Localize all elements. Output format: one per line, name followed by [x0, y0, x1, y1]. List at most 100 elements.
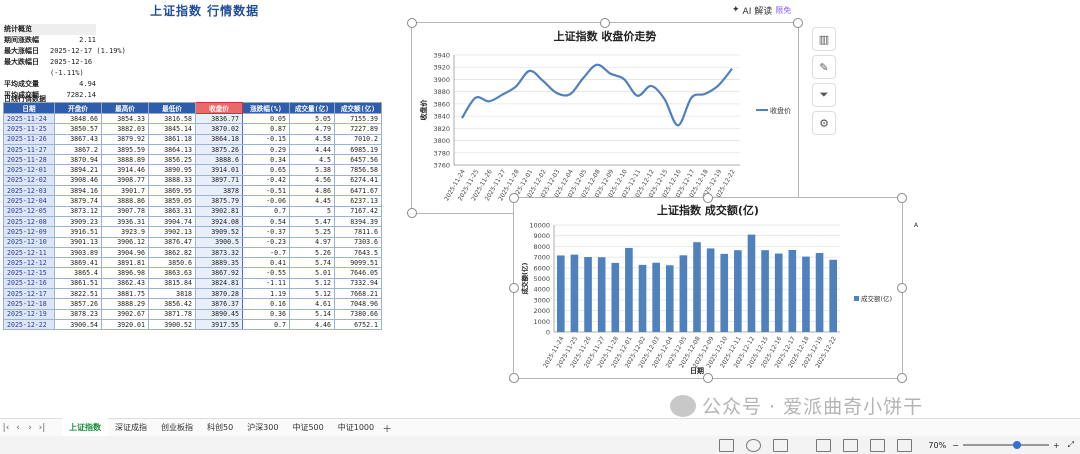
table-cell[interactable]: 3836.77: [195, 112, 243, 125]
table-cell[interactable]: 3888.29: [101, 298, 149, 310]
table-cell[interactable]: 0.7: [242, 205, 290, 217]
table-cell[interactable]: 3907.78: [101, 205, 149, 217]
freeze-pane-icon[interactable]: [719, 438, 735, 452]
table-cell[interactable]: 3901.7: [101, 185, 149, 197]
table-cell[interactable]: 2025-11-25: [3, 123, 55, 135]
table-cell[interactable]: 4.61: [289, 298, 335, 310]
last-sheet-icon[interactable]: ›|: [36, 423, 48, 433]
table-cell[interactable]: 3924.08: [195, 215, 243, 228]
page-break-icon[interactable]: [870, 438, 886, 452]
turnover-chart[interactable]: 上证指数 成交额(亿) 0 1000 2000 3000 4000 5000 6000 7000…: [513, 197, 903, 379]
table-cell[interactable]: 7010.2: [334, 133, 382, 145]
table-cell[interactable]: 4.86: [289, 185, 335, 197]
table-cell[interactable]: 0.36: [242, 308, 290, 320]
table-cell[interactable]: 2025-11-26: [3, 133, 55, 145]
table-cell[interactable]: 3867.92: [195, 267, 243, 279]
table-cell[interactable]: 3909.23: [54, 215, 102, 228]
stats-key[interactable]: 最大涨幅日: [4, 46, 50, 57]
table-cell[interactable]: 3862.82: [148, 246, 196, 259]
sheet-tab[interactable]: 深证成指: [108, 418, 154, 436]
table-cell[interactable]: 0.34: [242, 154, 290, 166]
table-cell[interactable]: 3824.81: [195, 277, 243, 290]
resize-handle[interactable]: [793, 18, 803, 28]
table-cell[interactable]: 7332.94: [334, 277, 382, 290]
table-cell[interactable]: 7646.05: [334, 267, 382, 279]
table-cell[interactable]: 2025-12-19: [3, 308, 55, 320]
table-cell[interactable]: 2025-12-02: [3, 174, 55, 187]
table-cell[interactable]: 3848.66: [54, 112, 102, 125]
table-cell[interactable]: 3875.26: [195, 143, 243, 156]
table-cell[interactable]: 5.05: [289, 112, 335, 125]
table-cell[interactable]: 3870.28: [195, 288, 243, 300]
table-cell[interactable]: 7155.39: [334, 112, 382, 125]
sheet-tab[interactable]: 中证500: [285, 418, 330, 436]
column-header[interactable]: 最低价: [148, 102, 196, 114]
chart-style-brush-icon[interactable]: ✎: [812, 55, 836, 79]
table-cell[interactable]: 3914.46: [101, 164, 149, 176]
table-cell[interactable]: 3900.5: [195, 236, 243, 248]
table-cell[interactable]: 3904.74: [148, 215, 196, 228]
sheet-tab[interactable]: 上证指数: [62, 418, 108, 438]
table-cell[interactable]: 5.12: [289, 288, 335, 300]
table-cell[interactable]: 2025-12-11: [3, 246, 55, 259]
chart-settings-gear-icon[interactable]: ⚙: [812, 111, 836, 135]
table-cell[interactable]: 2025-11-28: [3, 154, 55, 166]
table-cell[interactable]: 3900.54: [54, 318, 102, 331]
page-layout-icon[interactable]: [843, 438, 859, 452]
table-cell[interactable]: -0.55: [242, 267, 290, 279]
table-cell[interactable]: 5.26: [289, 246, 335, 259]
table-cell[interactable]: 2025-12-18: [3, 298, 55, 310]
table-cell[interactable]: 7303.6: [334, 236, 382, 248]
table-cell[interactable]: 6274.41: [334, 174, 382, 187]
table-cell[interactable]: 2025-11-27: [3, 143, 55, 156]
table-cell[interactable]: 3902.81: [195, 205, 243, 217]
eye-protection-icon[interactable]: [746, 438, 762, 452]
zoom-knob[interactable]: [1012, 441, 1021, 449]
table-cell[interactable]: 0.54: [242, 215, 290, 228]
table-cell[interactable]: 3908.46: [54, 174, 102, 187]
resize-handle[interactable]: [703, 373, 713, 383]
focus-mode-icon[interactable]: [773, 438, 789, 452]
table-cell[interactable]: 3891.81: [101, 257, 149, 269]
reading-view-icon[interactable]: [897, 438, 913, 452]
table-cell[interactable]: 6752.1: [334, 318, 382, 331]
table-cell[interactable]: 3856.42: [148, 298, 196, 310]
table-cell[interactable]: 5.14: [289, 308, 335, 320]
table-cell[interactable]: 0.87: [242, 123, 290, 135]
table-cell[interactable]: 7856.58: [334, 164, 382, 176]
table-cell[interactable]: -0.51: [242, 185, 290, 197]
table-cell[interactable]: 2025-12-16: [3, 277, 55, 290]
table-cell[interactable]: 3861.18: [148, 133, 196, 145]
table-cell[interactable]: 3867.43: [54, 133, 102, 145]
table-cell[interactable]: 3867.2: [54, 143, 102, 156]
table-cell[interactable]: 2025-12-15: [3, 267, 55, 279]
table-cell[interactable]: 3908.77: [101, 174, 149, 187]
sheet-tab[interactable]: 沪深300: [240, 418, 285, 436]
table-cell[interactable]: 3888.89: [101, 154, 149, 166]
table-cell[interactable]: -1.11: [242, 277, 290, 290]
table-cell[interactable]: 3815.84: [148, 277, 196, 290]
first-sheet-icon[interactable]: |‹: [0, 423, 12, 433]
table-cell[interactable]: 3816.58: [148, 112, 196, 125]
table-cell[interactable]: -0.7: [242, 246, 290, 259]
column-header[interactable]: 涨跌幅(%): [242, 102, 290, 114]
table-cell[interactable]: 3902.67: [101, 308, 149, 320]
add-sheet-icon[interactable]: +: [381, 422, 393, 435]
table-cell[interactable]: 7167.42: [334, 205, 382, 217]
table-cell[interactable]: 0.41: [242, 257, 290, 269]
table-cell[interactable]: 3869.95: [148, 185, 196, 197]
next-sheet-icon[interactable]: ›: [24, 423, 36, 433]
table-cell[interactable]: 3869.41: [54, 257, 102, 269]
table-cell[interactable]: 3859.05: [148, 195, 196, 207]
table-cell[interactable]: 4.44: [289, 143, 335, 156]
table-cell[interactable]: 3920.01: [101, 318, 149, 331]
table-cell[interactable]: 3822.51: [54, 288, 102, 300]
table-cell[interactable]: 3936.31: [101, 215, 149, 228]
table-cell[interactable]: 4.79: [289, 123, 335, 135]
resize-handle[interactable]: [897, 283, 907, 293]
stats-key[interactable]: 最大跌幅日: [4, 57, 50, 79]
table-cell[interactable]: 3902.13: [148, 226, 196, 238]
table-cell[interactable]: 4.46: [289, 318, 335, 331]
ai-analyze-button[interactable]: ✦ AI 解读 限免: [728, 2, 795, 18]
table-cell[interactable]: -0.23: [242, 236, 290, 248]
